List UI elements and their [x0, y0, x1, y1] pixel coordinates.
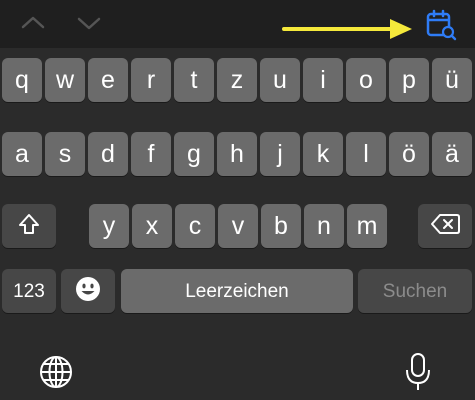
key-a[interactable]: a [2, 132, 42, 176]
key-g[interactable]: g [174, 132, 214, 176]
key-x[interactable]: x [132, 204, 172, 248]
key-ae[interactable]: ä [432, 132, 472, 176]
emoji-key[interactable] [61, 269, 115, 313]
key-m[interactable]: m [347, 204, 387, 248]
key-ue[interactable]: ü [432, 58, 472, 102]
delete-icon [430, 213, 460, 240]
chevron-down-icon[interactable] [74, 8, 104, 38]
key-k[interactable]: k [303, 132, 343, 176]
key-c[interactable]: c [175, 204, 215, 248]
delete-key[interactable] [418, 204, 472, 248]
key-p[interactable]: p [389, 58, 429, 102]
key-l[interactable]: l [346, 132, 386, 176]
shift-icon [17, 212, 41, 241]
key-oe[interactable]: ö [389, 132, 429, 176]
key-d[interactable]: d [88, 132, 128, 176]
keyboard: q w e r t z u i o p ü a s d f g h j k l … [0, 48, 475, 400]
microphone-icon[interactable] [405, 352, 431, 397]
key-s[interactable]: s [45, 132, 85, 176]
key-u[interactable]: u [260, 58, 300, 102]
search-key[interactable]: Suchen [358, 269, 472, 313]
emoji-icon [74, 275, 102, 308]
key-e[interactable]: e [88, 58, 128, 102]
key-b[interactable]: b [261, 204, 301, 248]
key-f[interactable]: f [131, 132, 171, 176]
key-j[interactable]: j [260, 132, 300, 176]
key-n[interactable]: n [304, 204, 344, 248]
annotation-arrow [282, 14, 414, 44]
numbers-key[interactable]: 123 [2, 269, 56, 313]
shift-key[interactable] [2, 204, 56, 248]
key-y[interactable]: y [89, 204, 129, 248]
key-q[interactable]: q [2, 58, 42, 102]
key-t[interactable]: t [174, 58, 214, 102]
key-v[interactable]: v [218, 204, 258, 248]
calendar-search-icon[interactable] [424, 8, 458, 42]
globe-icon[interactable] [38, 354, 74, 395]
key-o[interactable]: o [346, 58, 386, 102]
keyboard-toolbar [0, 0, 475, 48]
space-key[interactable]: Leerzeichen [121, 269, 353, 313]
chevron-up-icon[interactable] [18, 8, 48, 38]
key-z[interactable]: z [217, 58, 257, 102]
key-r[interactable]: r [131, 58, 171, 102]
key-h[interactable]: h [217, 132, 257, 176]
key-i[interactable]: i [303, 58, 343, 102]
key-w[interactable]: w [45, 58, 85, 102]
